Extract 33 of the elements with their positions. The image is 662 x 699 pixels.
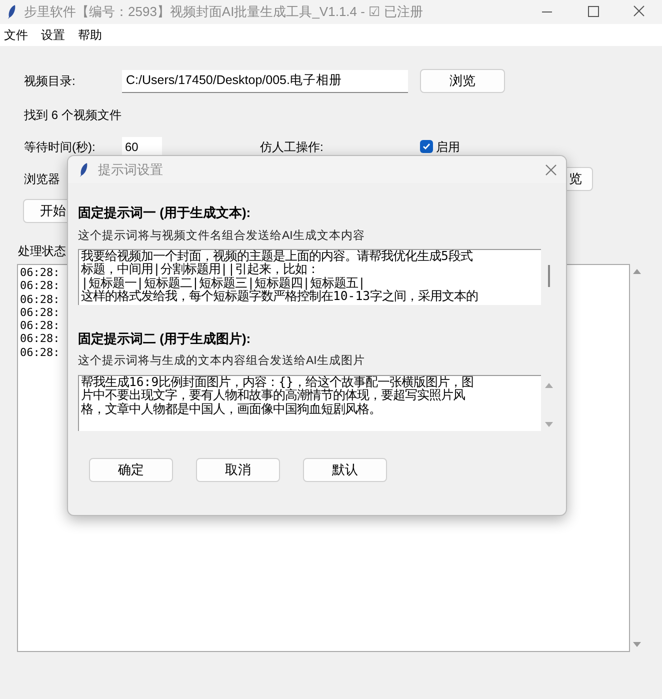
log-line: 06:28:	[20, 319, 60, 332]
feather-icon	[79, 162, 89, 178]
close-icon[interactable]	[545, 164, 557, 176]
field-label: 视频目录:	[24, 73, 76, 90]
status-text: 找到 6 个视频文件	[24, 108, 122, 122]
field-label: 等待时间(秒):	[24, 138, 96, 156]
log-line: 06:28:	[20, 306, 60, 320]
checkbox-label: 启用	[436, 138, 460, 156]
menu-item[interactable]: 设置	[41, 26, 65, 44]
log-line: 06:28:	[20, 279, 60, 293]
prompt-hint: 这个提示词将与生成的文本内容组合发送给AI生成图片	[78, 355, 365, 368]
checkmark-icon	[422, 142, 431, 151]
prompt-hint: 这个提示词将与视频文件名组合发送给AI生成文本内容	[78, 230, 365, 242]
prompt-heading: 固定提示词二 (用于生成图片):	[78, 330, 251, 346]
feather-icon	[7, 4, 17, 20]
log-line: 06:28:	[20, 332, 60, 346]
window-title: 步里软件【编号：2593】视频封面AI批量生成工具_V1.1.4 - ☑ 已注册	[24, 3, 424, 22]
dialog-button[interactable]: 确定	[89, 458, 173, 482]
browse-button[interactable]: 浏览	[420, 69, 505, 93]
field-label: 浏览器	[24, 170, 60, 188]
section-label: 处理状态	[18, 244, 66, 258]
dialog-button[interactable]: 默认	[303, 458, 387, 482]
log-line: 06:28:	[20, 266, 60, 280]
wait-time-field[interactable]: 60	[122, 136, 162, 156]
checkbox[interactable]	[420, 140, 433, 153]
menu-item[interactable]: 文件	[4, 26, 28, 44]
log-line: 06:28:	[20, 346, 60, 360]
dialog-title: 提示词设置	[98, 160, 163, 179]
directory-field[interactable]: C:/Users/17450/Desktop/005.电子相册	[122, 70, 408, 92]
dialog-button[interactable]: 取消	[196, 458, 280, 482]
menu-item[interactable]: 帮助	[78, 26, 102, 44]
log-line: 06:28:	[20, 292, 60, 306]
field-label: 仿人工操作:	[260, 138, 324, 156]
